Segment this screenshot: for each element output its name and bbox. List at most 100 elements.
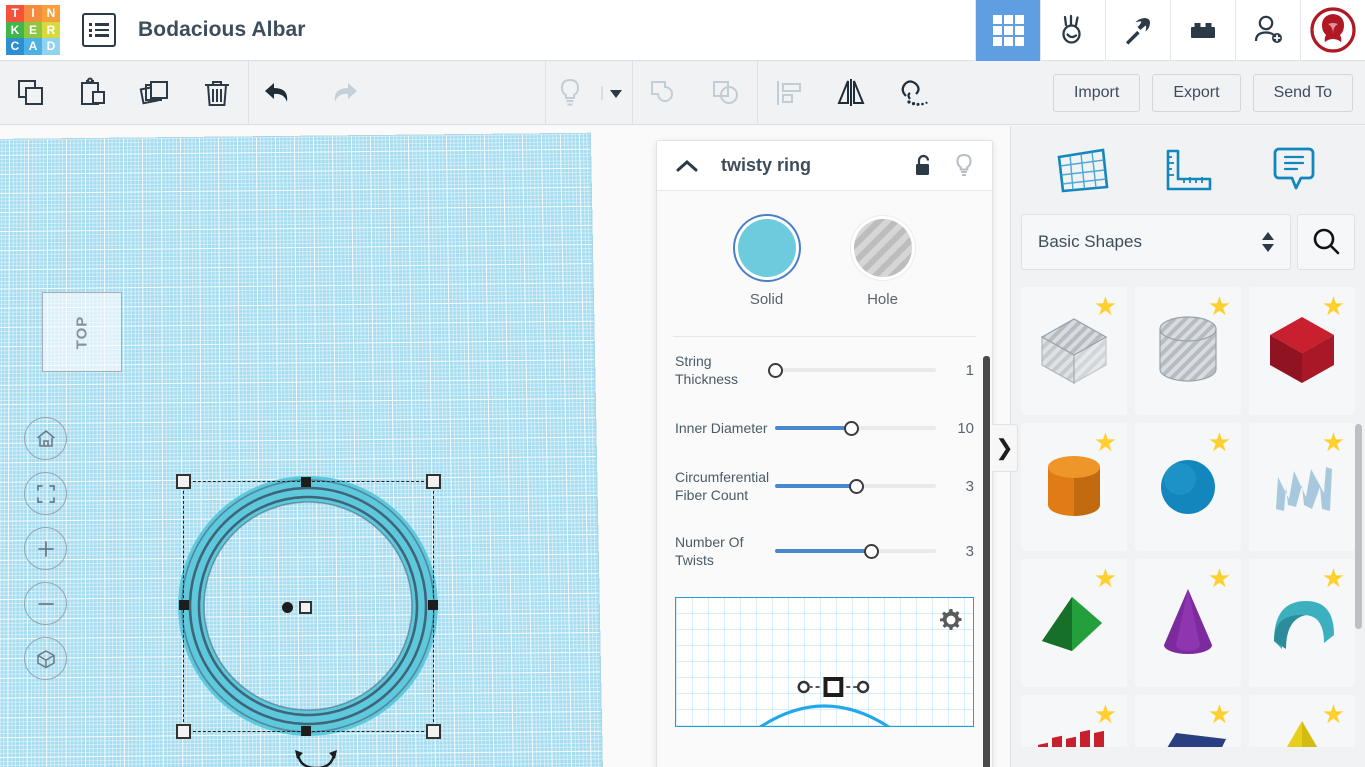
- lightbulb-icon[interactable]: [954, 153, 974, 179]
- zoom-in-button[interactable]: [24, 527, 67, 570]
- slider-knob[interactable]: [768, 362, 783, 378]
- design-tab[interactable]: [975, 0, 1040, 61]
- delete-button[interactable]: [186, 61, 248, 125]
- redo-button[interactable]: [311, 61, 373, 125]
- tinkercad-logo[interactable]: TIN KER CAD: [6, 5, 60, 55]
- tab-shapes[interactable]: [1051, 142, 1115, 198]
- gear-icon[interactable]: [939, 608, 963, 632]
- minecraft-tab[interactable]: [1105, 0, 1170, 61]
- scale-handle-right[interactable]: [428, 600, 438, 610]
- home-view-button[interactable]: [24, 417, 67, 460]
- pickaxe-icon: [1125, 18, 1151, 45]
- hole-pattern-swatch[interactable]: [853, 219, 912, 277]
- duplicate-button[interactable]: [124, 61, 186, 125]
- light-button[interactable]: [546, 61, 594, 125]
- favorite-star-icon[interactable]: ★: [1322, 429, 1345, 455]
- shape-search-button[interactable]: [1297, 214, 1355, 270]
- scale-handle-bottom[interactable]: [301, 726, 311, 736]
- shape-preview-thumbnail[interactable]: [675, 597, 974, 727]
- chevron-up-icon[interactable]: [675, 158, 699, 174]
- tab-ruler[interactable]: [1156, 142, 1220, 198]
- shapes-scrollbar[interactable]: [1355, 424, 1362, 629]
- slider-track-area[interactable]: [775, 475, 940, 497]
- fit-to-view-button[interactable]: [24, 472, 67, 515]
- height-handle[interactable]: [299, 601, 312, 614]
- magnet-button[interactable]: [882, 61, 944, 125]
- slider-knob[interactable]: [848, 478, 864, 494]
- favorite-star-icon[interactable]: ★: [1208, 565, 1231, 591]
- shape-box[interactable]: ★: [1249, 287, 1355, 415]
- send-to-button[interactable]: Send To: [1252, 73, 1353, 112]
- shape-cylinder-hole[interactable]: ★: [1135, 287, 1241, 415]
- rotate-handle[interactable]: [294, 750, 338, 767]
- project-menu-button[interactable]: [82, 13, 116, 47]
- slider-knob[interactable]: [863, 543, 879, 559]
- favorite-star-icon[interactable]: ★: [1208, 293, 1231, 319]
- blocks-tab[interactable]: [1170, 0, 1235, 61]
- align-button[interactable]: [758, 61, 820, 125]
- shape-tube-half[interactable]: ★: [1249, 559, 1355, 687]
- hole-mode-option[interactable]: Hole: [853, 219, 912, 308]
- scale-handle-bottom-left[interactable]: [176, 724, 191, 739]
- properties-title: twisty ring: [721, 155, 812, 175]
- ortho-perspective-button[interactable]: [24, 637, 67, 680]
- favorite-star-icon[interactable]: ★: [1094, 429, 1117, 455]
- paste-button[interactable]: [62, 61, 124, 125]
- zoom-out-button[interactable]: [24, 582, 67, 625]
- slider-track-area[interactable]: [768, 359, 940, 381]
- tab-notes[interactable]: [1261, 142, 1325, 198]
- favorite-star-icon[interactable]: ★: [1094, 701, 1117, 727]
- scale-handle-top-right[interactable]: [426, 474, 441, 489]
- shape-roof[interactable]: ★: [1021, 559, 1127, 687]
- slider-track-area[interactable]: [775, 540, 940, 562]
- scale-handle-top-left[interactable]: [176, 474, 191, 489]
- shape-pyramid[interactable]: ★: [1249, 695, 1355, 747]
- mirror-button[interactable]: [820, 61, 882, 125]
- favorite-star-icon[interactable]: ★: [1094, 565, 1117, 591]
- shape-category-select[interactable]: Basic Shapes: [1021, 214, 1291, 270]
- inner-diameter-slider[interactable]: Inner Diameter 10: [657, 402, 992, 453]
- codeblocks-tab[interactable]: [1040, 0, 1105, 61]
- account-avatar[interactable]: [1300, 0, 1365, 61]
- shape-box-hole[interactable]: ★: [1021, 287, 1127, 415]
- import-button[interactable]: Import: [1052, 73, 1141, 112]
- shape-sphere[interactable]: ★: [1135, 423, 1241, 551]
- circumferential-fiber-count-slider[interactable]: Circumferential Fiber Count 3: [657, 453, 992, 518]
- light-dropdown-button[interactable]: [594, 61, 632, 125]
- favorite-star-icon[interactable]: ★: [1322, 701, 1345, 727]
- group-button[interactable]: [633, 61, 695, 125]
- export-button[interactable]: Export: [1152, 73, 1241, 112]
- solid-mode-label: Solid: [749, 291, 784, 308]
- solid-color-swatch[interactable]: [737, 219, 796, 277]
- slider-knob[interactable]: [843, 420, 859, 436]
- shape-cylinder[interactable]: ★: [1021, 423, 1127, 551]
- favorite-star-icon[interactable]: ★: [1322, 565, 1345, 591]
- view-cube[interactable]: TOP: [42, 292, 122, 372]
- unlock-icon[interactable]: [914, 154, 934, 178]
- slider-track-area[interactable]: [775, 417, 940, 439]
- invite-tab[interactable]: [1235, 0, 1300, 61]
- copy-button[interactable]: [0, 61, 62, 125]
- object-center-point[interactable]: [282, 602, 293, 613]
- scale-handle-left[interactable]: [179, 600, 189, 610]
- favorite-star-icon[interactable]: ★: [1322, 293, 1345, 319]
- shape-text[interactable]: ★: [1021, 695, 1127, 747]
- favorite-star-icon[interactable]: ★: [1208, 429, 1231, 455]
- ungroup-button[interactable]: [695, 61, 757, 125]
- properties-expand-tab[interactable]: ❯: [992, 424, 1018, 472]
- solid-mode-option[interactable]: Solid: [737, 219, 796, 308]
- properties-scrollbar[interactable]: [983, 356, 990, 767]
- favorite-star-icon[interactable]: ★: [1094, 293, 1117, 319]
- undo-button[interactable]: [249, 61, 311, 125]
- shape-scribble[interactable]: ★: [1249, 423, 1355, 551]
- number-of-twists-slider[interactable]: Number Of Twists 3: [657, 518, 992, 583]
- twisty-ring-object[interactable]: [176, 474, 441, 767]
- scale-handle-bottom-right[interactable]: [426, 724, 441, 739]
- shape-category-label: Basic Shapes: [1038, 232, 1142, 251]
- search-icon: [1313, 228, 1340, 255]
- string-thickness-slider[interactable]: String Thickness 1: [657, 337, 992, 402]
- scale-handle-top[interactable]: [301, 477, 311, 487]
- shape-cone[interactable]: ★: [1135, 559, 1241, 687]
- favorite-star-icon[interactable]: ★: [1208, 701, 1231, 727]
- shape-paraboloid[interactable]: ★: [1135, 695, 1241, 747]
